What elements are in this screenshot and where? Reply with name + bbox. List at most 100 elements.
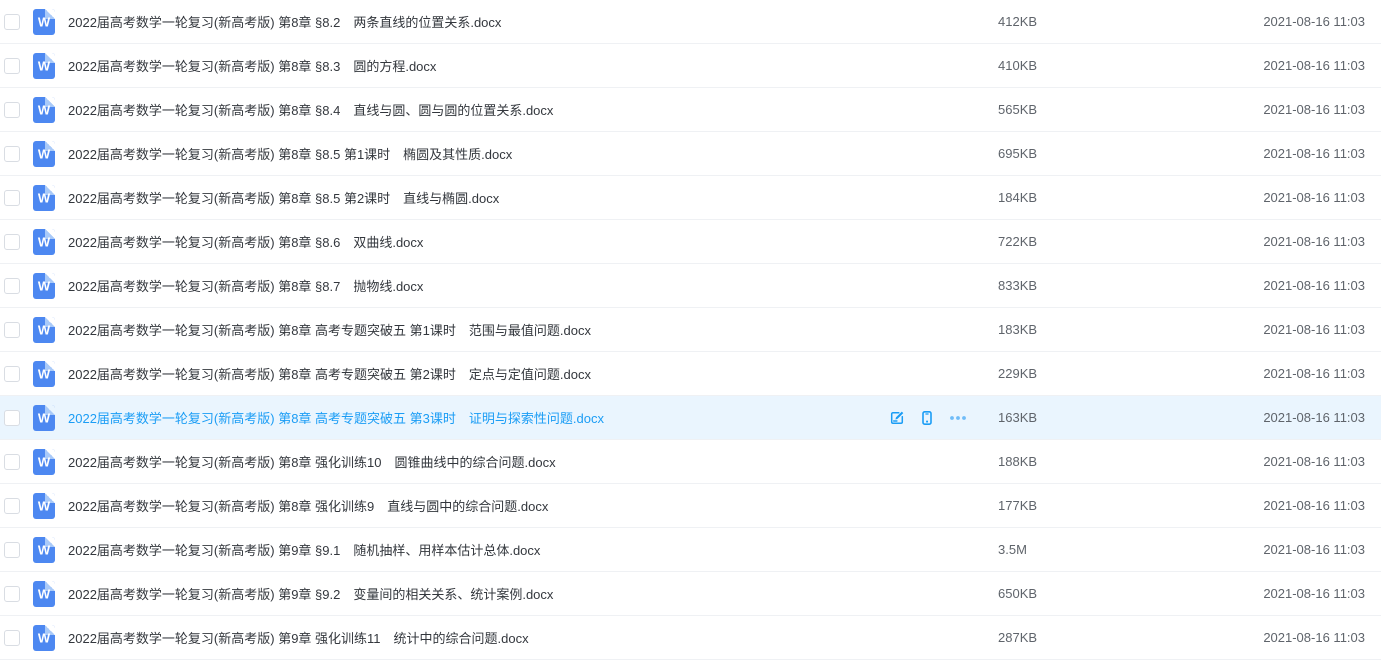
file-row[interactable]: W 2022届高考数学一轮复习(新高考版) 第8章 §8.5 第2课时 直线与椭… (0, 176, 1381, 220)
file-row[interactable]: W 2022届高考数学一轮复习(新高考版) 第8章 强化训练9 直线与圆中的综合… (0, 484, 1381, 528)
row-checkbox[interactable] (4, 630, 20, 646)
modified-time: 2021-08-16 11:03 (1125, 586, 1365, 601)
modified-time: 2021-08-16 11:03 (1125, 454, 1365, 469)
modified-time: 2021-08-16 11:03 (1125, 146, 1365, 161)
file-name-link[interactable]: 2022届高考数学一轮复习(新高考版) 第8章 §8.3 圆的方程.docx (68, 56, 995, 75)
file-name-link[interactable]: 2022届高考数学一轮复习(新高考版) 第8章 强化训练10 圆锥曲线中的综合问… (68, 452, 995, 471)
file-size: 722KB (995, 234, 1125, 249)
file-size: 184KB (995, 190, 1125, 205)
file-name-link[interactable]: 2022届高考数学一轮复习(新高考版) 第9章 §9.1 随机抽样、用样本估计总… (68, 540, 995, 559)
modified-time: 2021-08-16 11:03 (1125, 322, 1365, 337)
phone-preview-icon[interactable] (919, 410, 935, 426)
modified-time: 2021-08-16 11:03 (1125, 410, 1365, 425)
word-file-icon: W (33, 141, 55, 167)
modified-time: 2021-08-16 11:03 (1125, 102, 1365, 117)
word-icon-letter: W (38, 236, 50, 249)
row-checkbox[interactable] (4, 234, 20, 250)
word-icon-letter: W (38, 148, 50, 161)
file-row[interactable]: W 2022届高考数学一轮复习(新高考版) 第9章 §9.2 变量间的相关关系、… (0, 572, 1381, 616)
file-name-link[interactable]: 2022届高考数学一轮复习(新高考版) 第9章 §9.2 变量间的相关关系、统计… (68, 584, 995, 603)
file-size: 177KB (995, 498, 1125, 513)
word-icon-letter: W (38, 500, 50, 513)
modified-time: 2021-08-16 11:03 (1125, 542, 1365, 557)
file-row[interactable]: W 2022届高考数学一轮复习(新高考版) 第8章 §8.4 直线与圆、圆与圆的… (0, 88, 1381, 132)
file-name-link[interactable]: 2022届高考数学一轮复习(新高考版) 第8章 强化训练9 直线与圆中的综合问题… (68, 496, 995, 515)
more-actions-icon[interactable] (949, 410, 967, 426)
word-file-icon: W (33, 537, 55, 563)
word-icon-letter: W (38, 60, 50, 73)
file-size: 229KB (995, 366, 1125, 381)
file-row[interactable]: W 2022届高考数学一轮复习(新高考版) 第8章 高考专题突破五 第2课时 定… (0, 352, 1381, 396)
modified-time: 2021-08-16 11:03 (1125, 630, 1365, 645)
file-size: 3.5M (995, 542, 1125, 557)
word-file-icon: W (33, 405, 55, 431)
row-checkbox[interactable] (4, 586, 20, 602)
file-size: 833KB (995, 278, 1125, 293)
file-name-link[interactable]: 2022届高考数学一轮复习(新高考版) 第8章 高考专题突破五 第3课时 证明与… (68, 408, 889, 427)
word-icon-letter: W (38, 632, 50, 645)
file-row[interactable]: W 2022届高考数学一轮复习(新高考版) 第8章 §8.5 第1课时 椭圆及其… (0, 132, 1381, 176)
modified-time: 2021-08-16 11:03 (1125, 58, 1365, 73)
row-checkbox[interactable] (4, 278, 20, 294)
word-icon-letter: W (38, 588, 50, 601)
row-checkbox[interactable] (4, 498, 20, 514)
row-checkbox[interactable] (4, 58, 20, 74)
modified-time: 2021-08-16 11:03 (1125, 14, 1365, 29)
file-size: 650KB (995, 586, 1125, 601)
word-icon-letter: W (38, 192, 50, 205)
row-actions (889, 410, 967, 426)
word-file-icon: W (33, 53, 55, 79)
row-checkbox[interactable] (4, 454, 20, 470)
row-checkbox[interactable] (4, 146, 20, 162)
row-checkbox[interactable] (4, 542, 20, 558)
file-name-link[interactable]: 2022届高考数学一轮复习(新高考版) 第8章 §8.5 第2课时 直线与椭圆.… (68, 188, 995, 207)
file-row[interactable]: W 2022届高考数学一轮复习(新高考版) 第8章 §8.6 双曲线.docx … (0, 220, 1381, 264)
file-row[interactable]: W 2022届高考数学一轮复习(新高考版) 第8章 §8.2 两条直线的位置关系… (0, 0, 1381, 44)
file-size: 695KB (995, 146, 1125, 161)
modified-time: 2021-08-16 11:03 (1125, 498, 1365, 513)
file-size: 287KB (995, 630, 1125, 645)
modified-time: 2021-08-16 11:03 (1125, 278, 1365, 293)
file-name-link[interactable]: 2022届高考数学一轮复习(新高考版) 第8章 高考专题突破五 第2课时 定点与… (68, 364, 995, 383)
word-file-icon: W (33, 9, 55, 35)
file-row[interactable]: W 2022届高考数学一轮复习(新高考版) 第8章 §8.3 圆的方程.docx… (0, 44, 1381, 88)
file-size: 183KB (995, 322, 1125, 337)
word-icon-letter: W (38, 368, 50, 381)
file-row[interactable]: W 2022届高考数学一轮复习(新高考版) 第9章 §9.1 随机抽样、用样本估… (0, 528, 1381, 572)
file-row[interactable]: W 2022届高考数学一轮复习(新高考版) 第8章 高考专题突破五 第3课时 证… (0, 396, 1381, 440)
file-row[interactable]: W 2022届高考数学一轮复习(新高考版) 第9章 强化训练11 统计中的综合问… (0, 616, 1381, 660)
word-icon-letter: W (38, 412, 50, 425)
edit-square-icon[interactable] (889, 410, 905, 426)
row-checkbox[interactable] (4, 366, 20, 382)
row-checkbox[interactable] (4, 322, 20, 338)
word-icon-letter: W (38, 544, 50, 557)
row-checkbox[interactable] (4, 102, 20, 118)
row-checkbox[interactable] (4, 190, 20, 206)
file-name-link[interactable]: 2022届高考数学一轮复习(新高考版) 第8章 §8.6 双曲线.docx (68, 232, 995, 251)
file-name-link[interactable]: 2022届高考数学一轮复习(新高考版) 第8章 §8.7 抛物线.docx (68, 276, 995, 295)
file-row[interactable]: W 2022届高考数学一轮复习(新高考版) 第8章 §8.7 抛物线.docx … (0, 264, 1381, 308)
file-size: 565KB (995, 102, 1125, 117)
word-icon-letter: W (38, 104, 50, 117)
file-row[interactable]: W 2022届高考数学一轮复习(新高考版) 第8章 高考专题突破五 第1课时 范… (0, 308, 1381, 352)
word-file-icon: W (33, 273, 55, 299)
modified-time: 2021-08-16 11:03 (1125, 234, 1365, 249)
row-checkbox[interactable] (4, 410, 20, 426)
file-list: W 2022届高考数学一轮复习(新高考版) 第8章 §8.2 两条直线的位置关系… (0, 0, 1381, 660)
file-size: 188KB (995, 454, 1125, 469)
modified-time: 2021-08-16 11:03 (1125, 366, 1365, 381)
word-file-icon: W (33, 449, 55, 475)
file-size: 410KB (995, 58, 1125, 73)
file-name-link[interactable]: 2022届高考数学一轮复习(新高考版) 第8章 高考专题突破五 第1课时 范围与… (68, 320, 995, 339)
file-name-link[interactable]: 2022届高考数学一轮复习(新高考版) 第9章 强化训练11 统计中的综合问题.… (68, 628, 995, 647)
file-name-link[interactable]: 2022届高考数学一轮复习(新高考版) 第8章 §8.5 第1课时 椭圆及其性质… (68, 144, 995, 163)
word-file-icon: W (33, 361, 55, 387)
row-checkbox[interactable] (4, 14, 20, 30)
file-row[interactable]: W 2022届高考数学一轮复习(新高考版) 第8章 强化训练10 圆锥曲线中的综… (0, 440, 1381, 484)
word-file-icon: W (33, 97, 55, 123)
file-name-link[interactable]: 2022届高考数学一轮复习(新高考版) 第8章 §8.2 两条直线的位置关系.d… (68, 12, 995, 31)
word-icon-letter: W (38, 324, 50, 337)
word-icon-letter: W (38, 456, 50, 469)
word-file-icon: W (33, 317, 55, 343)
file-name-link[interactable]: 2022届高考数学一轮复习(新高考版) 第8章 §8.4 直线与圆、圆与圆的位置… (68, 100, 995, 119)
